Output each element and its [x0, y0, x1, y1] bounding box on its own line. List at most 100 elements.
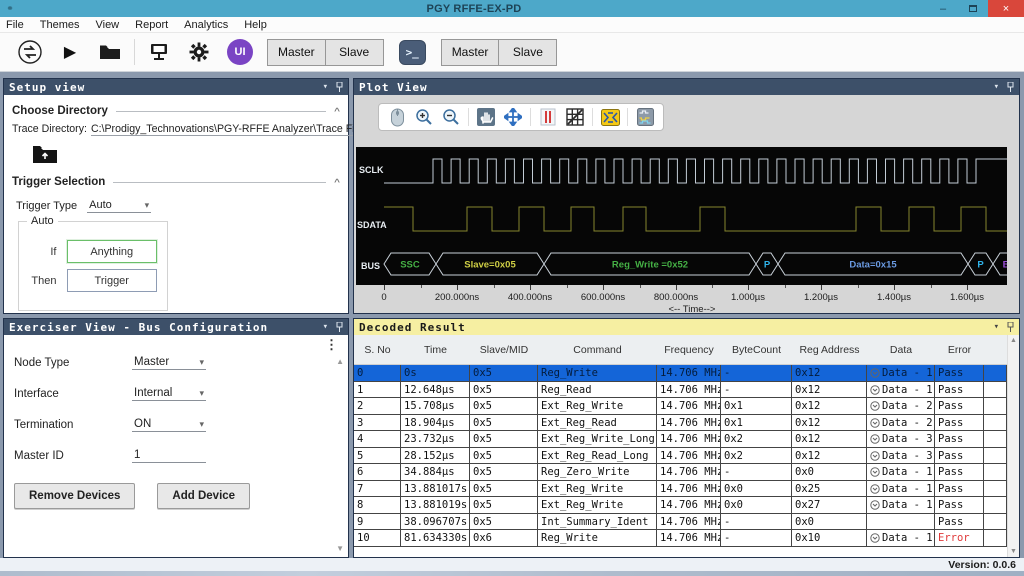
device-monitor-button[interactable] — [139, 37, 179, 67]
expand-data-icon[interactable] — [870, 467, 880, 477]
cell-error[interactable]: Pass — [935, 382, 984, 398]
cell-data[interactable] — [867, 514, 935, 530]
cell-data[interactable]: Data - 1 — [867, 464, 935, 480]
cell-time[interactable]: 34.884µs — [401, 464, 470, 480]
kebab-menu-icon[interactable]: ⋮ — [325, 337, 338, 353]
cell-reg-address[interactable]: 0x27 — [792, 497, 867, 513]
cell-time[interactable]: 23.732µs — [401, 431, 470, 447]
expand-data-icon[interactable] — [870, 418, 880, 428]
column-header-slave-mid[interactable]: Slave/MID — [470, 344, 538, 356]
cell-data[interactable]: Data - 1 — [867, 382, 935, 398]
analyzer-master-button[interactable]: Master — [267, 39, 326, 66]
panel-pin-icon[interactable] — [336, 82, 343, 92]
cell-slave-mid[interactable]: 0x5 — [470, 398, 538, 414]
cell-data[interactable]: Data - 1 — [867, 497, 935, 513]
table-row[interactable]: 634.884µs0x5Reg_Zero_Write14.706 MHz-0x0… — [354, 464, 1007, 481]
cell-error[interactable]: Error — [935, 530, 984, 546]
cell-time[interactable]: 38.096707s — [401, 514, 470, 530]
cell-frequency[interactable]: 14.706 MHz — [657, 514, 721, 530]
table-row[interactable]: 713.881017s0x5Ext_Reg_Write14.706 MHz0x0… — [354, 481, 1007, 498]
cell-error[interactable]: Pass — [935, 481, 984, 497]
cell-command[interactable]: Ext_Reg_Write — [538, 481, 657, 497]
column-header-reg-address[interactable]: Reg Address — [792, 344, 867, 356]
cell-frequency[interactable]: 14.706 MHz — [657, 481, 721, 497]
cell-command[interactable]: Reg_Zero_Write — [538, 464, 657, 480]
cell-reg-address[interactable]: 0x10 — [792, 530, 867, 546]
play-button[interactable]: ▶ — [50, 37, 90, 67]
zoom-out-icon[interactable] — [439, 106, 463, 128]
expand-data-icon[interactable] — [870, 500, 880, 510]
cell-error[interactable]: Pass — [935, 464, 984, 480]
expand-data-icon[interactable] — [870, 434, 880, 444]
ui-mode-badge[interactable]: UI — [227, 39, 253, 65]
scroll-up-icon[interactable]: ▲ — [336, 357, 344, 366]
cell-reg-address[interactable]: 0x0 — [792, 464, 867, 480]
cell-slave-mid[interactable]: 0x5 — [470, 481, 538, 497]
cell-error[interactable]: Pass — [935, 431, 984, 447]
table-row[interactable]: 318.904µs0x5Ext_Reg_Read14.706 MHz0x10x1… — [354, 415, 1007, 432]
cell-error[interactable]: Pass — [935, 448, 984, 464]
cell-data[interactable]: Data - 2 — [867, 398, 935, 414]
menu-analytics[interactable]: Analytics — [184, 19, 228, 31]
cell-command[interactable]: Ext_Reg_Write_Long — [538, 431, 657, 447]
cell-bytecount[interactable]: 0x1 — [721, 415, 792, 431]
cell-s-no[interactable]: 4 — [354, 431, 401, 447]
cell-slave-mid[interactable]: 0x5 — [470, 448, 538, 464]
cell-bytecount[interactable]: - — [721, 464, 792, 480]
node-type-select[interactable]: Master▾ — [132, 355, 206, 370]
scroll-down-icon[interactable]: ▼ — [1010, 548, 1017, 555]
cell-frequency[interactable]: 14.706 MHz — [657, 431, 721, 447]
cell-reg-address[interactable]: 0x12 — [792, 415, 867, 431]
cell-frequency[interactable]: 14.706 MHz — [657, 448, 721, 464]
panel-dropdown-icon[interactable]: ▾ — [323, 82, 329, 92]
cell-data[interactable]: Data - 3 — [867, 431, 935, 447]
if-condition-button[interactable]: Anything — [67, 240, 158, 263]
column-header-data[interactable]: Data — [867, 344, 935, 356]
table-row[interactable]: 528.152µs0x5Ext_Reg_Read_Long14.706 MHz0… — [354, 448, 1007, 465]
exerciser-slave-button[interactable]: Slave — [499, 39, 557, 66]
then-action-button[interactable]: Trigger — [67, 269, 158, 292]
expand-data-icon[interactable] — [870, 533, 880, 543]
cell-command[interactable]: Ext_Reg_Write — [538, 398, 657, 414]
cell-data[interactable]: Data - 1 — [867, 365, 935, 381]
panel-dropdown-icon[interactable]: ▾ — [994, 322, 1000, 332]
cell-slave-mid[interactable]: 0x5 — [470, 464, 538, 480]
cursor-lines-icon[interactable] — [536, 106, 560, 128]
cell-reg-address[interactable]: 0x12 — [792, 365, 867, 381]
menu-file[interactable]: File — [6, 19, 24, 31]
maximize-button[interactable] — [958, 0, 988, 17]
column-header-command[interactable]: Command — [538, 344, 657, 356]
menu-view[interactable]: View — [95, 19, 119, 31]
bus-format-icon[interactable] — [598, 106, 622, 128]
cell-slave-mid[interactable]: 0x5 — [470, 382, 538, 398]
cell-time[interactable]: 0s — [401, 365, 470, 381]
cell-reg-address[interactable]: 0x12 — [792, 431, 867, 447]
panel-pin-icon[interactable] — [1007, 322, 1014, 332]
column-header-frequency[interactable]: Frequency — [657, 344, 721, 356]
cell-bytecount[interactable]: - — [721, 514, 792, 530]
cell-error[interactable]: Pass — [935, 415, 984, 431]
cell-slave-mid[interactable]: 0x5 — [470, 514, 538, 530]
cell-s-no[interactable]: 5 — [354, 448, 401, 464]
close-button[interactable]: × — [988, 0, 1024, 17]
cell-time[interactable]: 12.648µs — [401, 382, 470, 398]
cell-time[interactable]: 15.708µs — [401, 398, 470, 414]
cell-frequency[interactable]: 14.706 MHz — [657, 530, 721, 546]
cell-s-no[interactable]: 2 — [354, 398, 401, 414]
loop-connect-icon[interactable] — [10, 37, 50, 67]
termination-select[interactable]: ON▾ — [132, 417, 206, 432]
column-header-time[interactable]: Time — [401, 344, 470, 356]
cell-s-no[interactable]: 8 — [354, 497, 401, 513]
cell-s-no[interactable]: 6 — [354, 464, 401, 480]
cell-frequency[interactable]: 14.706 MHz — [657, 365, 721, 381]
cell-error[interactable]: Pass — [935, 497, 984, 513]
cell-bytecount[interactable]: - — [721, 530, 792, 546]
cell-s-no[interactable]: 7 — [354, 481, 401, 497]
panel-dropdown-icon[interactable]: ▾ — [994, 82, 1000, 92]
cell-command[interactable]: Reg_Write — [538, 530, 657, 546]
menu-report[interactable]: Report — [135, 19, 168, 31]
cell-bytecount[interactable]: 0x1 — [721, 398, 792, 414]
table-row[interactable]: 00s0x5Reg_Write14.706 MHz-0x12Data - 1Pa… — [354, 365, 1007, 382]
cell-data[interactable]: Data - 1 — [867, 530, 935, 546]
scroll-down-icon[interactable]: ▼ — [336, 544, 344, 553]
